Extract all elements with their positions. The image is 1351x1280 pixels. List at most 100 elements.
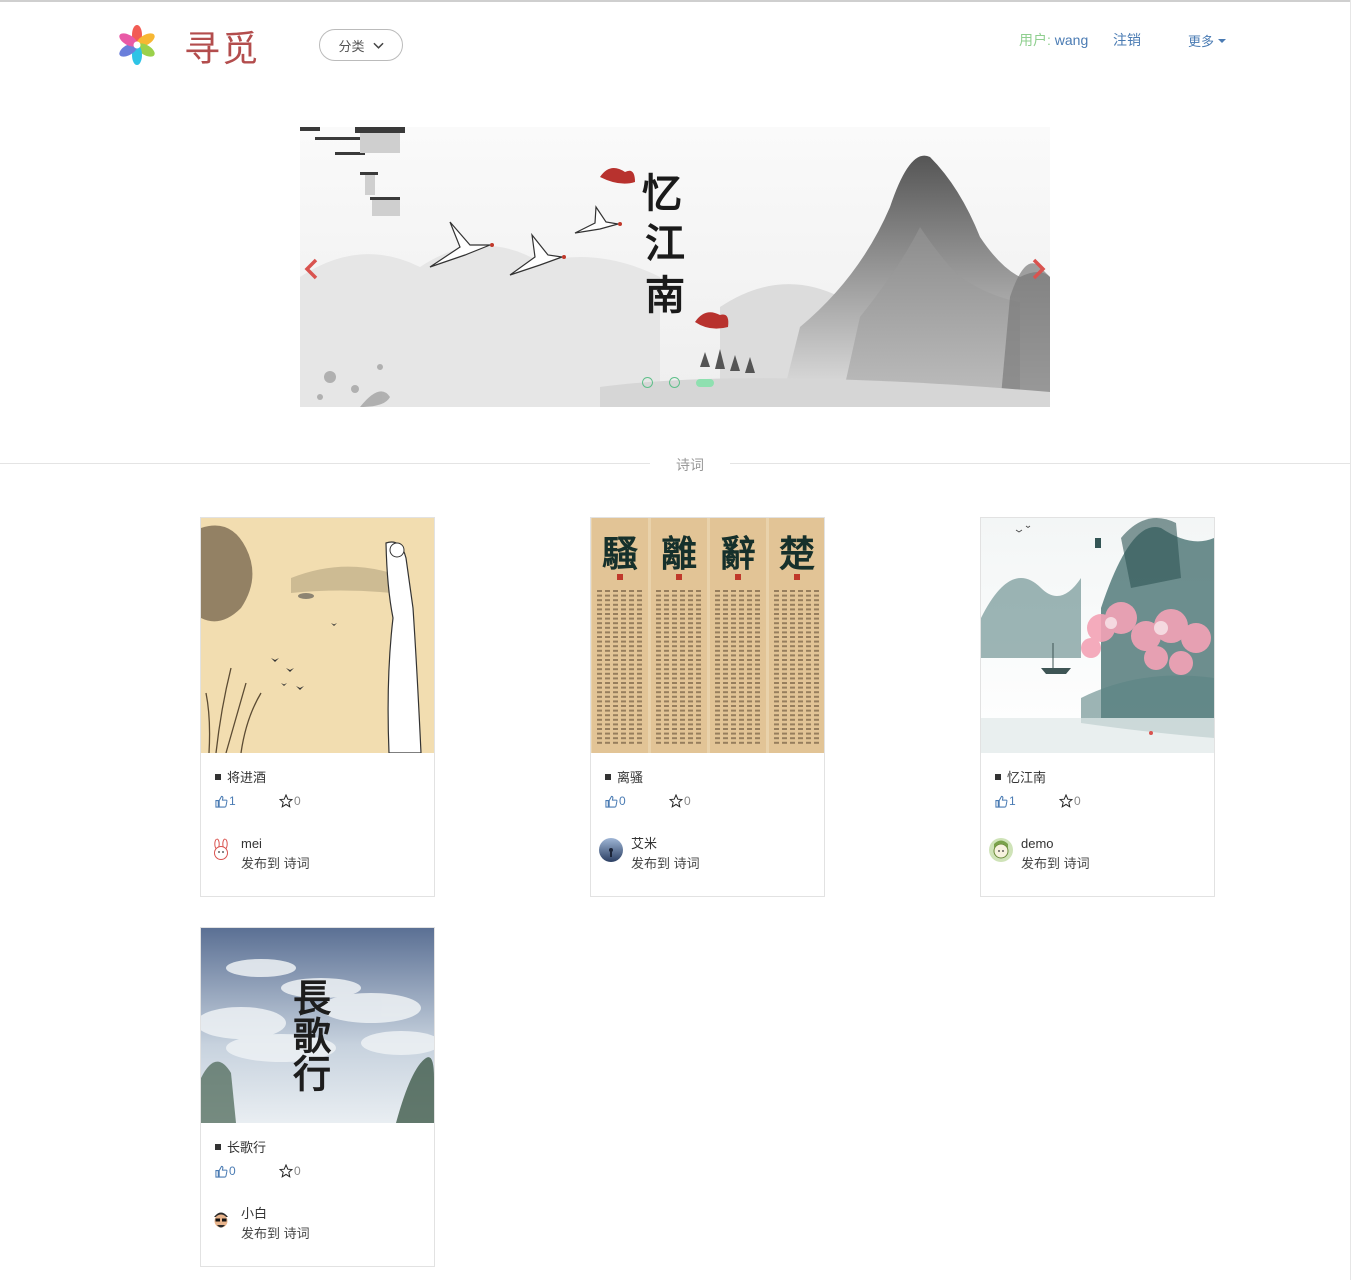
text-stroke xyxy=(723,700,728,703)
text-stroke xyxy=(680,668,685,671)
post-card[interactable]: 忆江南 1 0 demo 发布到 诗词 xyxy=(980,517,1215,897)
text-stroke xyxy=(806,654,811,657)
text-stroke xyxy=(664,732,669,735)
site-logo-text[interactable]: 寻觅 xyxy=(184,20,260,72)
text-stroke xyxy=(629,590,634,592)
text-stroke xyxy=(755,599,760,602)
text-stroke xyxy=(621,677,626,680)
post-card[interactable]: 将进酒 1 0 mei 发布到 诗词 xyxy=(200,517,435,897)
author-name[interactable]: mei xyxy=(241,834,420,854)
post-thumbnail[interactable] xyxy=(201,518,434,753)
post-thumbnail[interactable] xyxy=(981,518,1214,753)
flower-logo-icon[interactable] xyxy=(116,24,158,66)
text-stroke xyxy=(605,700,610,703)
text-stroke xyxy=(629,649,634,652)
current-user[interactable]: 用户: wang xyxy=(1019,30,1088,50)
text-stroke xyxy=(688,686,693,689)
text-stroke xyxy=(806,594,811,597)
text-stroke xyxy=(747,686,752,689)
text-stroke xyxy=(774,645,779,648)
post-card[interactable]: 長歌行 长歌行 0 0 小白 发布到 诗词 xyxy=(200,927,435,1267)
text-stroke xyxy=(613,709,618,712)
text-stroke xyxy=(731,645,736,648)
text-stroke xyxy=(621,714,626,717)
text-stroke xyxy=(755,732,760,735)
text-stroke xyxy=(798,626,803,629)
text-stroke xyxy=(798,700,803,703)
text-stroke xyxy=(605,649,610,652)
text-stroke xyxy=(688,723,693,726)
like-button[interactable]: 1 xyxy=(215,794,279,808)
text-stroke xyxy=(790,741,795,744)
bunny-avatar-icon[interactable] xyxy=(209,838,233,862)
text-stroke xyxy=(747,603,752,606)
text-stroke xyxy=(664,649,669,652)
user-name[interactable]: wang xyxy=(1055,32,1088,48)
post-title[interactable]: 将进酒 xyxy=(227,767,266,786)
favorite-button[interactable]: 0 xyxy=(279,1164,301,1178)
text-stroke xyxy=(723,640,728,643)
text-stroke xyxy=(629,723,634,726)
text-stroke xyxy=(605,608,610,611)
text-stroke xyxy=(621,613,626,615)
text-stroke xyxy=(613,636,618,638)
text-stroke xyxy=(790,636,795,638)
logout-link[interactable]: 注销 xyxy=(1113,30,1141,50)
like-button[interactable]: 1 xyxy=(995,794,1059,808)
text-stroke xyxy=(723,603,728,606)
banner-carousel[interactable]: 忆 江 南 xyxy=(300,127,1050,407)
author-name[interactable]: 小白 xyxy=(241,1204,420,1224)
text-stroke xyxy=(656,631,661,634)
text-stroke xyxy=(715,718,720,721)
carousel-next-icon[interactable] xyxy=(1030,257,1048,281)
text-stroke xyxy=(782,728,787,730)
text-stroke xyxy=(790,594,795,597)
text-stroke xyxy=(621,695,626,698)
text-stroke xyxy=(774,640,779,643)
carousel-indicator-2[interactable] xyxy=(669,377,680,388)
carousel-indicator-3-active[interactable] xyxy=(696,378,714,387)
text-stroke xyxy=(637,686,642,689)
text-stroke xyxy=(806,695,811,698)
carousel-indicator-1[interactable] xyxy=(642,377,653,388)
text-stroke xyxy=(680,718,685,721)
text-stroke xyxy=(680,603,685,606)
text-stroke xyxy=(680,741,685,744)
text-stroke xyxy=(806,640,811,643)
like-button[interactable]: 0 xyxy=(215,1164,279,1178)
text-stroke xyxy=(806,686,811,689)
text-stroke xyxy=(739,677,744,680)
favorite-button[interactable]: 0 xyxy=(279,794,301,808)
landscape-avatar-icon[interactable] xyxy=(599,838,623,862)
favorite-button[interactable]: 0 xyxy=(669,794,691,808)
post-card[interactable]: 騷離辭楚 离骚 0 0 艾米 发布到 诗词 xyxy=(590,517,825,897)
glasses-avatar-icon[interactable] xyxy=(209,1208,233,1232)
text-stroke xyxy=(621,728,626,730)
author-name[interactable]: demo xyxy=(1021,834,1200,854)
carousel-prev-icon[interactable] xyxy=(302,257,320,281)
post-thumbnail[interactable]: 長歌行 xyxy=(201,928,434,1123)
text-stroke xyxy=(715,594,720,597)
post-title[interactable]: 忆江南 xyxy=(1007,767,1046,786)
text-stroke xyxy=(605,645,610,648)
text-stroke xyxy=(715,603,720,606)
favorite-button[interactable]: 0 xyxy=(1059,794,1081,808)
text-stroke xyxy=(664,622,669,625)
post-thumbnail[interactable]: 騷離辭楚 xyxy=(591,518,824,753)
text-stroke xyxy=(814,659,819,661)
text-stroke xyxy=(637,672,642,675)
author-name[interactable]: 艾米 xyxy=(631,834,810,854)
text-stroke xyxy=(723,590,728,592)
text-stroke xyxy=(688,659,693,661)
text-stroke xyxy=(621,608,626,611)
cartoon-avatar-icon[interactable] xyxy=(989,838,1013,862)
post-title[interactable]: 长歌行 xyxy=(227,1137,266,1156)
text-stroke xyxy=(672,599,677,602)
post-title[interactable]: 离骚 xyxy=(617,767,643,786)
text-stroke xyxy=(605,718,610,721)
text-stroke xyxy=(806,705,811,707)
category-dropdown-button[interactable]: 分类 xyxy=(319,29,403,61)
more-dropdown[interactable]: 更多 xyxy=(1188,31,1227,50)
text-stroke xyxy=(814,737,819,740)
like-button[interactable]: 0 xyxy=(605,794,669,808)
